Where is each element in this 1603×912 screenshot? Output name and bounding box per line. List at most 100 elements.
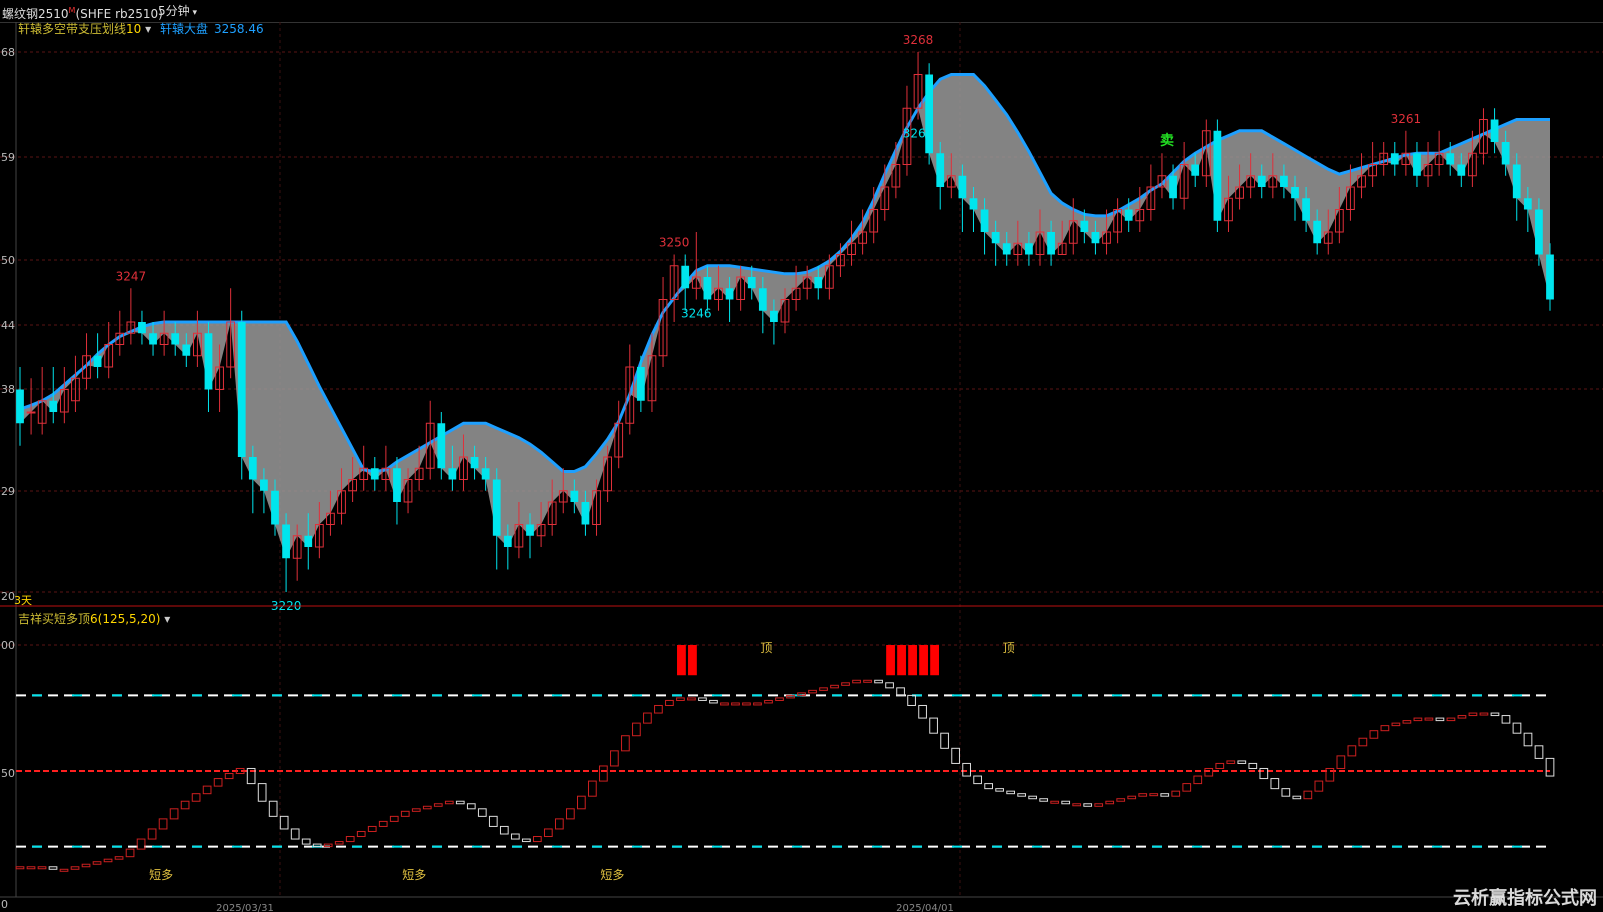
- price-label: 3246: [681, 307, 712, 321]
- osc-bar: [764, 699, 773, 704]
- osc-bar: [1479, 712, 1489, 716]
- osc-bar: [114, 856, 124, 860]
- candle-body: [980, 209, 989, 232]
- osc-bar: [455, 800, 465, 805]
- osc-bar: [1424, 717, 1434, 721]
- candle-body: [448, 468, 457, 480]
- osc-bar: [257, 783, 267, 802]
- osc-bar: [610, 750, 619, 767]
- candle-body: [581, 502, 590, 525]
- osc-bar: [1413, 717, 1423, 722]
- top-signal-label: 顶: [1003, 641, 1015, 655]
- osc-bar: [1523, 732, 1533, 747]
- price-tick-label: 29: [1, 485, 15, 498]
- candle-body: [770, 310, 778, 322]
- osc-bar: [1083, 803, 1093, 807]
- osc-bar: [356, 830, 366, 838]
- osc-bar: [37, 866, 47, 870]
- osc-bar: [841, 682, 850, 686]
- candle-body: [936, 153, 945, 187]
- osc-bar: [863, 679, 872, 683]
- osc-bar: [995, 788, 1004, 792]
- osc-bar: [488, 815, 498, 827]
- chevron-down-icon[interactable]: ▾: [160, 612, 170, 626]
- sub-indicator-name: 吉祥买短多顶6(125,5,20) ▾: [18, 612, 170, 626]
- osc-tick-label: 0: [1, 898, 8, 911]
- osc-bar: [510, 833, 520, 840]
- osc-bar: [103, 858, 113, 863]
- osc-bar: [147, 828, 157, 840]
- osc-bar: [830, 684, 839, 689]
- candle-body: [1512, 164, 1521, 199]
- top-signal-block: [677, 645, 686, 676]
- osc-bar: [632, 722, 641, 737]
- osc-bar: [279, 815, 289, 830]
- osc-bar: [1204, 767, 1214, 777]
- osc-bar: [577, 795, 586, 810]
- osc-bar: [1534, 745, 1544, 759]
- candle-body: [1280, 175, 1288, 187]
- chart-area[interactable]: 3247322032683261325032623246卖 顶顶短多 短多 短多 6…: [0, 0, 1603, 912]
- osc-bar: [1259, 767, 1269, 780]
- osc-bar: [48, 866, 58, 870]
- osc-bar: [1116, 798, 1126, 802]
- candle-body: [725, 288, 734, 300]
- candle-body: [237, 322, 246, 457]
- osc-bar: [1336, 755, 1346, 769]
- osc-bar: [477, 808, 487, 817]
- candle-body: [1291, 187, 1299, 199]
- osc-bar: [665, 699, 674, 706]
- grid-lines: [0, 22, 1603, 898]
- osc-bar: [555, 818, 564, 830]
- osc-bar: [1094, 803, 1104, 807]
- osc-bar: [1127, 795, 1137, 800]
- osc-bar: [1149, 793, 1159, 797]
- osc-bar: [499, 825, 509, 835]
- osc-bar: [1006, 790, 1016, 795]
- time-tick-label: 2025/04/01: [896, 903, 954, 912]
- osc-bar: [907, 694, 916, 706]
- osc-bar: [1138, 793, 1148, 797]
- osc-bar: [345, 836, 355, 843]
- osc-bar: [1402, 720, 1412, 724]
- osc-bar: [136, 838, 146, 850]
- price-label: 3247: [116, 269, 147, 283]
- short-long-signal: 短多: [149, 868, 173, 882]
- candle-body: [1546, 254, 1554, 300]
- osc-bar: [819, 687, 828, 691]
- candle-body: [248, 457, 257, 480]
- price-tick-label: 44: [1, 319, 15, 332]
- osc-bar: [874, 679, 883, 684]
- candle-body: [1457, 164, 1466, 176]
- index-label: 轩辕大盘 3258.46: [160, 21, 264, 36]
- candle-body: [1213, 130, 1222, 221]
- osc-bar: [1435, 717, 1445, 722]
- candle-body: [93, 355, 102, 367]
- osc-bar: [323, 843, 333, 848]
- candle-body: [1169, 175, 1177, 199]
- chevron-down-icon[interactable]: ▾: [141, 22, 151, 36]
- osc-bar: [202, 785, 212, 795]
- candle-body: [1446, 153, 1455, 165]
- osc-bar: [566, 808, 575, 820]
- osc-bar: [962, 762, 971, 777]
- candle-body: [1390, 153, 1399, 165]
- osc-bar: [367, 825, 377, 832]
- osc-bar: [1501, 715, 1511, 724]
- osc-bar: [15, 866, 25, 870]
- candle-body: [1047, 232, 1055, 255]
- osc-bar: [1446, 717, 1456, 722]
- osc-bar: [918, 704, 927, 719]
- osc-bar: [26, 866, 36, 870]
- candle-body: [636, 367, 645, 401]
- osc-bar: [654, 704, 663, 714]
- osc-bar: [1171, 790, 1181, 797]
- osc-bar: [1457, 715, 1467, 719]
- osc-bar: [1490, 712, 1500, 717]
- osc-bar: [268, 800, 278, 817]
- osc-bar: [599, 765, 608, 782]
- osc-bar: [951, 747, 960, 764]
- osc-bar: [1303, 790, 1313, 800]
- time-tick-label: 2025/03/31: [216, 903, 274, 912]
- osc-bar: [224, 773, 234, 780]
